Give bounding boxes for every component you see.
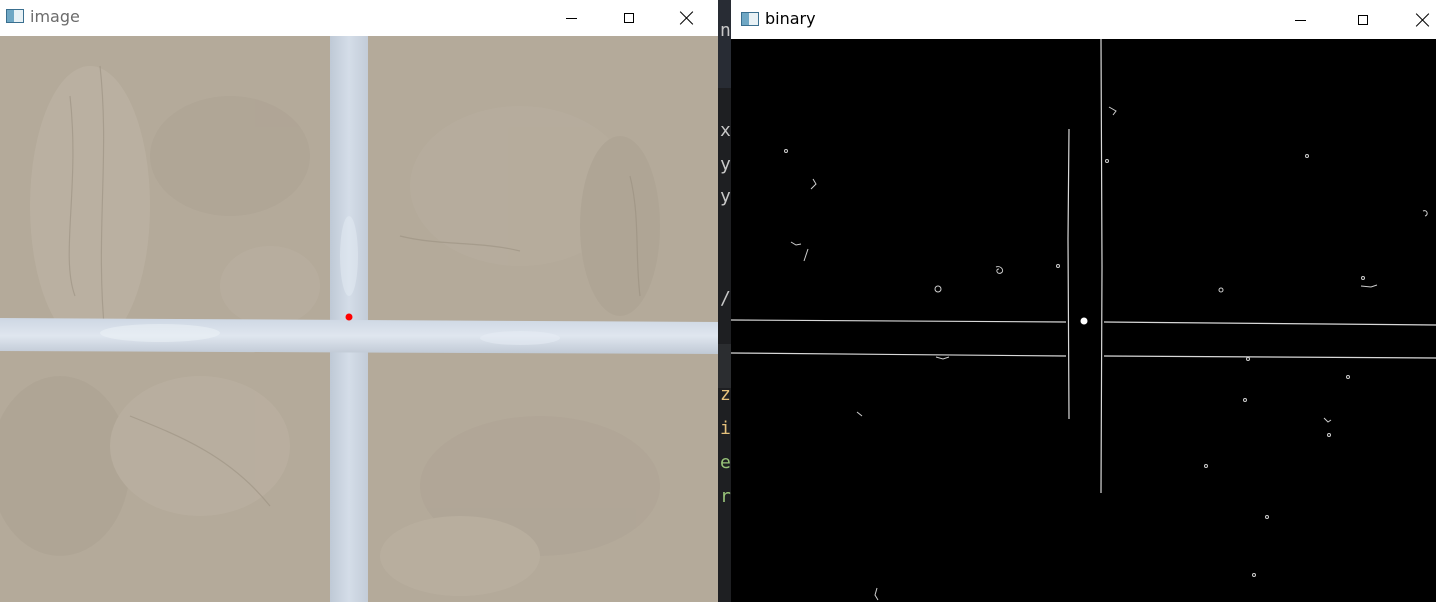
maximize-button[interactable] bbox=[1349, 6, 1377, 34]
image-window-titlebar[interactable]: image bbox=[0, 0, 718, 36]
binary-canvas[interactable] bbox=[731, 38, 1436, 602]
code-fragment: na bbox=[720, 20, 731, 41]
image-window[interactable]: image bbox=[0, 0, 718, 602]
background-editor-strip: na x y y /, ze iz e' ry bbox=[718, 0, 731, 602]
maximize-icon bbox=[624, 13, 634, 23]
minimize-icon bbox=[565, 17, 577, 19]
maximize-icon bbox=[1358, 15, 1368, 25]
edge-noise bbox=[784, 106, 1428, 601]
photo-image bbox=[0, 36, 718, 602]
minimize-button[interactable] bbox=[1286, 6, 1314, 34]
code-fragment: ry bbox=[720, 486, 731, 507]
binary-window[interactable]: binary bbox=[731, 0, 1436, 602]
binary-window-title: binary bbox=[765, 9, 816, 28]
code-fragment: iz bbox=[720, 418, 731, 439]
close-icon bbox=[1416, 13, 1430, 27]
code-fragment: y bbox=[720, 186, 731, 207]
binary-window-titlebar[interactable]: binary bbox=[731, 0, 1436, 39]
photo-canvas[interactable] bbox=[0, 36, 718, 602]
app-window-icon bbox=[741, 12, 759, 26]
editor-panel-divider bbox=[718, 344, 731, 388]
code-fragment: ze bbox=[720, 384, 731, 405]
edge-map-image bbox=[731, 38, 1436, 601]
close-button[interactable] bbox=[673, 4, 701, 32]
editor-gutter bbox=[718, 0, 731, 88]
edge-lines bbox=[731, 38, 1436, 494]
close-button[interactable] bbox=[1409, 6, 1436, 34]
app-window-icon bbox=[6, 9, 24, 23]
image-window-title: image bbox=[30, 7, 80, 26]
center-point-marker bbox=[345, 313, 353, 321]
code-fragment: /, bbox=[720, 288, 731, 309]
close-icon bbox=[680, 11, 694, 25]
maximize-button[interactable] bbox=[615, 4, 643, 32]
center-point-marker bbox=[1080, 317, 1088, 325]
code-fragment: y bbox=[720, 154, 731, 175]
minimize-button[interactable] bbox=[557, 4, 585, 32]
minimize-icon bbox=[1294, 19, 1306, 21]
code-fragment: x bbox=[720, 120, 731, 141]
code-fragment: e' bbox=[720, 452, 731, 473]
